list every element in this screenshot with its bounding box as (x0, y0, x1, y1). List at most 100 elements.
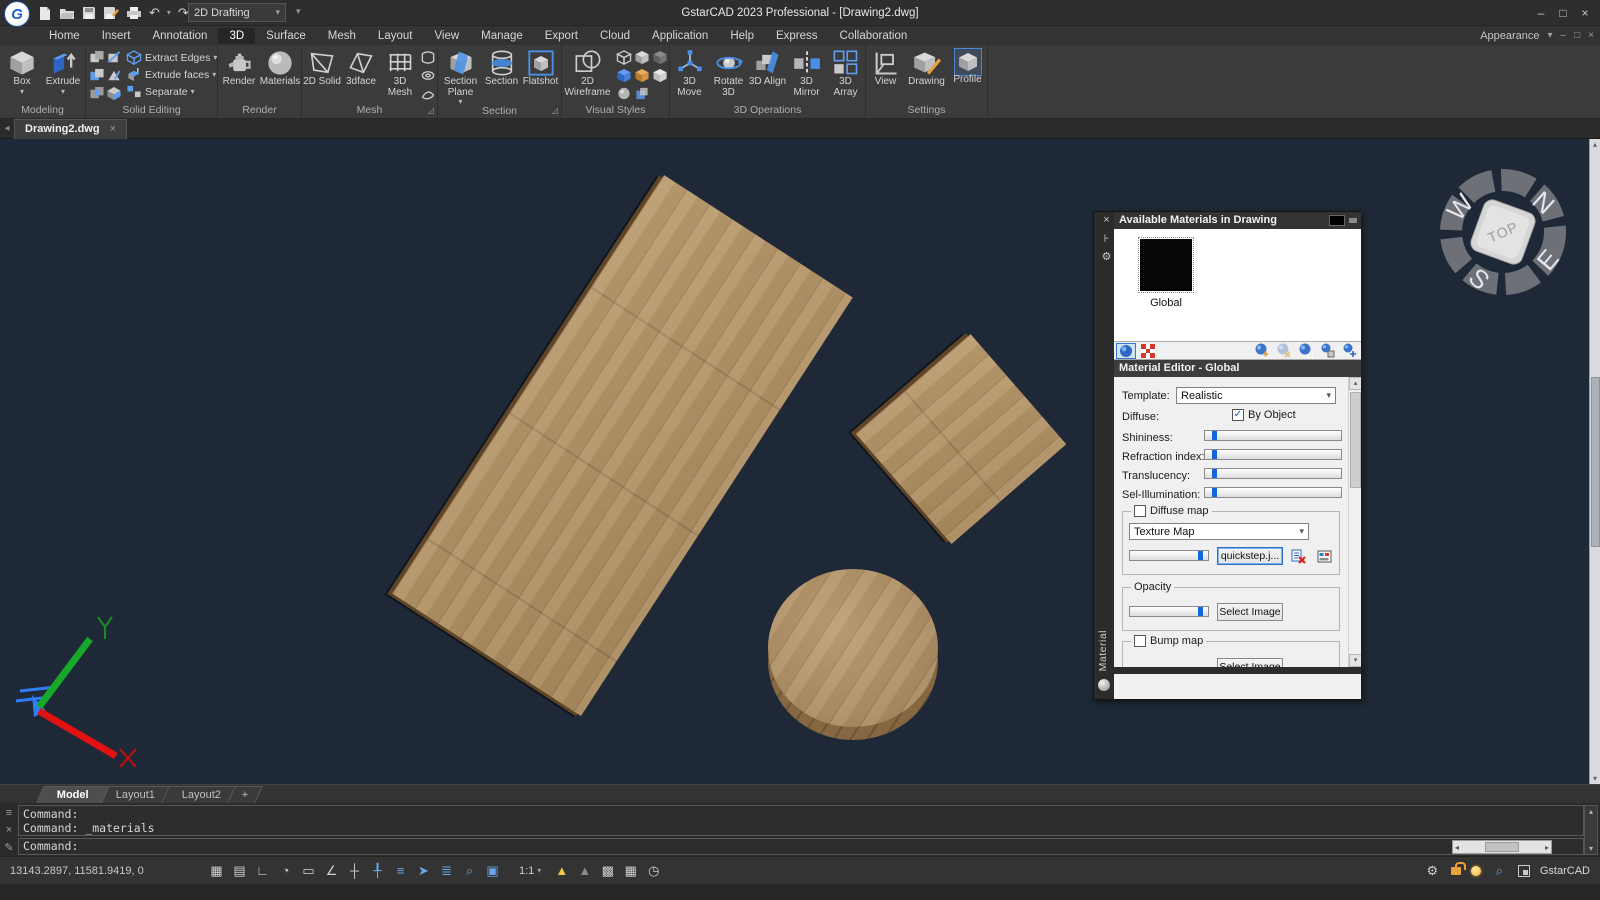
bump-map-checkbox[interactable]: Bump map (1131, 635, 1206, 647)
scrollbar-thumb[interactable] (1591, 377, 1600, 547)
preview-magnifier-icon[interactable]: ⌕ (1491, 863, 1508, 879)
object-snap-tracking-icon[interactable]: ╀ (369, 863, 386, 879)
command-close-icon[interactable]: × (6, 824, 12, 836)
tab-application[interactable]: Application (641, 28, 719, 44)
torus-mesh-icon[interactable] (420, 68, 436, 83)
ortho-icon[interactable]: ∟ (254, 863, 271, 878)
scroll-up-icon[interactable]: ▴ (1593, 140, 1597, 149)
apply-material-button[interactable] (1317, 343, 1337, 359)
palette-properties-gear-icon[interactable]: ⚙ (1098, 250, 1115, 263)
annotation-auto-scale-icon[interactable]: ▲ (576, 863, 593, 878)
diffuse-map-checkbox[interactable]: Diffuse map (1131, 505, 1212, 517)
scroll-up-icon[interactable]: ▴ (1349, 377, 1361, 390)
3d-mirror-button[interactable]: 3D Mirror (788, 47, 826, 98)
quick-properties-icon[interactable]: ▦ (622, 863, 639, 879)
undo-chevron-icon[interactable]: ▾ (167, 4, 171, 22)
create-material-button[interactable] (1251, 343, 1271, 359)
save-as-icon[interactable] (103, 6, 119, 20)
shininess-slider[interactable] (1204, 430, 1342, 441)
tab-help[interactable]: Help (719, 28, 765, 44)
add-layout-tab[interactable]: + (227, 786, 263, 803)
scroll-left-icon[interactable]: ◂ (1455, 843, 1459, 852)
command-grip-icon[interactable]: ≡ (6, 807, 12, 819)
3d-move-button[interactable]: 3D Move (671, 47, 709, 98)
hidden-style-icon[interactable] (634, 50, 650, 65)
shell-icon[interactable] (106, 86, 122, 101)
document-tab-drawing2[interactable]: Drawing2.dwg × (14, 119, 127, 139)
2d-wireframe-button[interactable]: 2D Wireframe (562, 47, 613, 98)
dialog-launcher-icon[interactable]: ◿ (428, 105, 434, 117)
3d-align-button[interactable]: 3D Align (749, 47, 787, 88)
slider-thumb[interactable] (1198, 551, 1203, 560)
checker-background-button[interactable] (1138, 343, 1158, 359)
tab-cloud[interactable]: Cloud (589, 28, 641, 44)
view-cube[interactable]: N W S E TOP (1428, 157, 1578, 307)
interfere-icon[interactable] (106, 68, 122, 83)
slider-thumb[interactable] (1198, 607, 1203, 616)
flatshot-button[interactable]: Flatshot (521, 47, 561, 88)
doc-tab-nav-left-icon[interactable]: ◂ (0, 123, 14, 134)
opacity-select-image-button[interactable]: Select Image (1217, 603, 1283, 621)
shades-gray-style-icon[interactable] (652, 50, 668, 65)
tab-collaboration[interactable]: Collaboration (829, 28, 919, 44)
template-select[interactable]: Realistic ▾ (1176, 387, 1336, 404)
undo-icon[interactable]: ↶ (149, 4, 160, 22)
command-history[interactable]: Command: Command: _materials (18, 805, 1584, 836)
tab-annotation[interactable]: Annotation (141, 28, 218, 44)
section-button[interactable]: Section (484, 47, 520, 88)
new-file-icon[interactable] (38, 6, 52, 21)
tab-home[interactable]: Home (38, 28, 91, 44)
workspace-selector[interactable]: 2D Drafting ▾ (188, 3, 286, 22)
zoom-icon[interactable]: ⌕ (461, 863, 478, 879)
shaded-style-icon[interactable] (652, 68, 668, 83)
angle-icon[interactable]: ∠ (323, 863, 340, 879)
scroll-up-icon[interactable]: ▴ (1589, 807, 1593, 816)
materials-button[interactable]: Materials (260, 47, 300, 88)
dialog-launcher-icon[interactable]: ◿ (552, 105, 558, 117)
3d-array-button[interactable]: 3D Array (827, 47, 865, 98)
palette-close-icon[interactable]: × (1098, 214, 1115, 226)
wood-cylinder[interactable] (768, 569, 938, 727)
appearance-menu[interactable]: Appearance (1480, 30, 1539, 42)
material-list[interactable]: Global (1114, 229, 1361, 341)
box-button[interactable]: Box ▾ (2, 47, 42, 95)
hardware-acceleration-bulb-icon[interactable] (1471, 866, 1481, 876)
slider-thumb[interactable] (1212, 488, 1217, 497)
diffuse-image-button[interactable]: quickstep.j... (1217, 547, 1283, 565)
scroll-down-icon[interactable]: ▾ (1589, 844, 1593, 853)
union-icon[interactable] (89, 50, 105, 65)
qat-expand-icon[interactable]: ▾ (296, 6, 301, 17)
tab-export[interactable]: Export (534, 28, 589, 44)
layer-icon[interactable]: ≣ (438, 863, 455, 879)
dynamic-input-icon[interactable]: ▭ (300, 863, 317, 879)
lineweight-icon[interactable]: ≡ (392, 863, 409, 878)
slider-thumb[interactable] (1212, 469, 1217, 478)
translucency-slider[interactable] (1204, 468, 1342, 479)
edge-mesh-icon[interactable] (420, 86, 436, 101)
palette-menu-icon[interactable] (1349, 218, 1357, 223)
chevron-down-icon[interactable]: ▾ (1548, 30, 1553, 41)
realistic-style-icon[interactable] (616, 68, 632, 83)
bump-select-image-button[interactable]: Select Image (1217, 658, 1283, 667)
save-icon[interactable] (82, 6, 96, 20)
tab-express[interactable]: Express (765, 28, 829, 44)
scroll-down-icon[interactable]: ▾ (1593, 774, 1597, 783)
slider-thumb[interactable] (1212, 450, 1217, 459)
3d-mesh-button[interactable]: 3D Mesh (381, 47, 419, 98)
view-button[interactable]: View (867, 47, 905, 88)
conceptual-style-icon[interactable] (634, 68, 650, 83)
by-object-checkbox[interactable]: ✓ By Object (1232, 409, 1296, 421)
polar-tracking-icon[interactable]: ◔ (277, 863, 294, 878)
ribbon-close-icon[interactable]: × (1588, 30, 1594, 41)
revolved-mesh-icon[interactable] (420, 50, 436, 65)
fullscreen-icon[interactable] (1518, 865, 1530, 877)
material-thumbnail-global[interactable] (1140, 239, 1192, 291)
grid-icon[interactable]: ▤ (231, 863, 248, 879)
selection-cycling-icon[interactable]: ➤ (415, 863, 432, 879)
material-color-swatch[interactable] (1329, 215, 1345, 226)
tab-layout[interactable]: Layout (367, 28, 424, 44)
attach-material-button[interactable] (1339, 343, 1359, 359)
canvas-vertical-scrollbar[interactable]: ▴ ▾ (1589, 139, 1600, 784)
delete-image-button[interactable] (1289, 547, 1307, 565)
annotation-visibility-icon[interactable]: ▲ (553, 863, 570, 878)
